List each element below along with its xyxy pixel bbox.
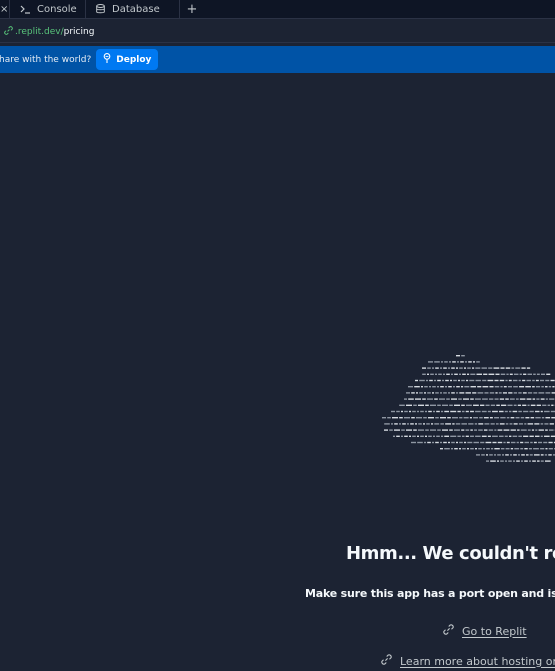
url-path: pricing	[63, 27, 95, 37]
tab-console[interactable]: Console	[10, 0, 86, 18]
link-icon	[4, 26, 13, 38]
url-bar[interactable]: .replit.dev/pricing	[0, 22, 555, 43]
deploy-icon	[103, 53, 111, 66]
tab-close-partial[interactable]: ×	[0, 0, 10, 18]
tab-bar: × Console Database +	[0, 0, 555, 19]
terminal-icon	[20, 5, 30, 14]
ascii-cloud-illustration	[382, 355, 555, 462]
deploy-banner: hare with the world? Deploy	[0, 46, 555, 73]
learn-hosting-link[interactable]: Learn more about hosting on	[381, 654, 555, 668]
replit-webview-pane: × Console Database + .replit.dev/pricing…	[0, 0, 555, 671]
link-icon	[381, 654, 392, 668]
tab-console-label: Console	[37, 3, 77, 15]
database-icon	[96, 4, 105, 14]
link-icon	[443, 624, 454, 638]
go-to-replit-link[interactable]: Go to Replit	[443, 624, 527, 638]
webview-preview: Hmm... We couldn't reach Make sure this …	[0, 73, 555, 671]
tab-database-label: Database	[112, 3, 160, 15]
deploy-button[interactable]: Deploy	[96, 49, 159, 70]
learn-hosting-label[interactable]: Learn more about hosting on	[400, 655, 555, 668]
deploy-button-label: Deploy	[116, 54, 152, 65]
add-tab-button[interactable]: +	[180, 0, 204, 18]
url-domain: .replit.dev/	[15, 27, 64, 37]
go-to-replit-label[interactable]: Go to Replit	[462, 625, 527, 638]
banner-text: hare with the world?	[0, 54, 92, 65]
error-headline: Hmm... We couldn't reach	[346, 543, 555, 564]
tab-database[interactable]: Database	[86, 0, 180, 18]
error-subline: Make sure this app has a port open and i…	[305, 587, 555, 600]
close-icon[interactable]: ×	[0, 4, 8, 15]
plus-icon[interactable]: +	[187, 2, 198, 17]
